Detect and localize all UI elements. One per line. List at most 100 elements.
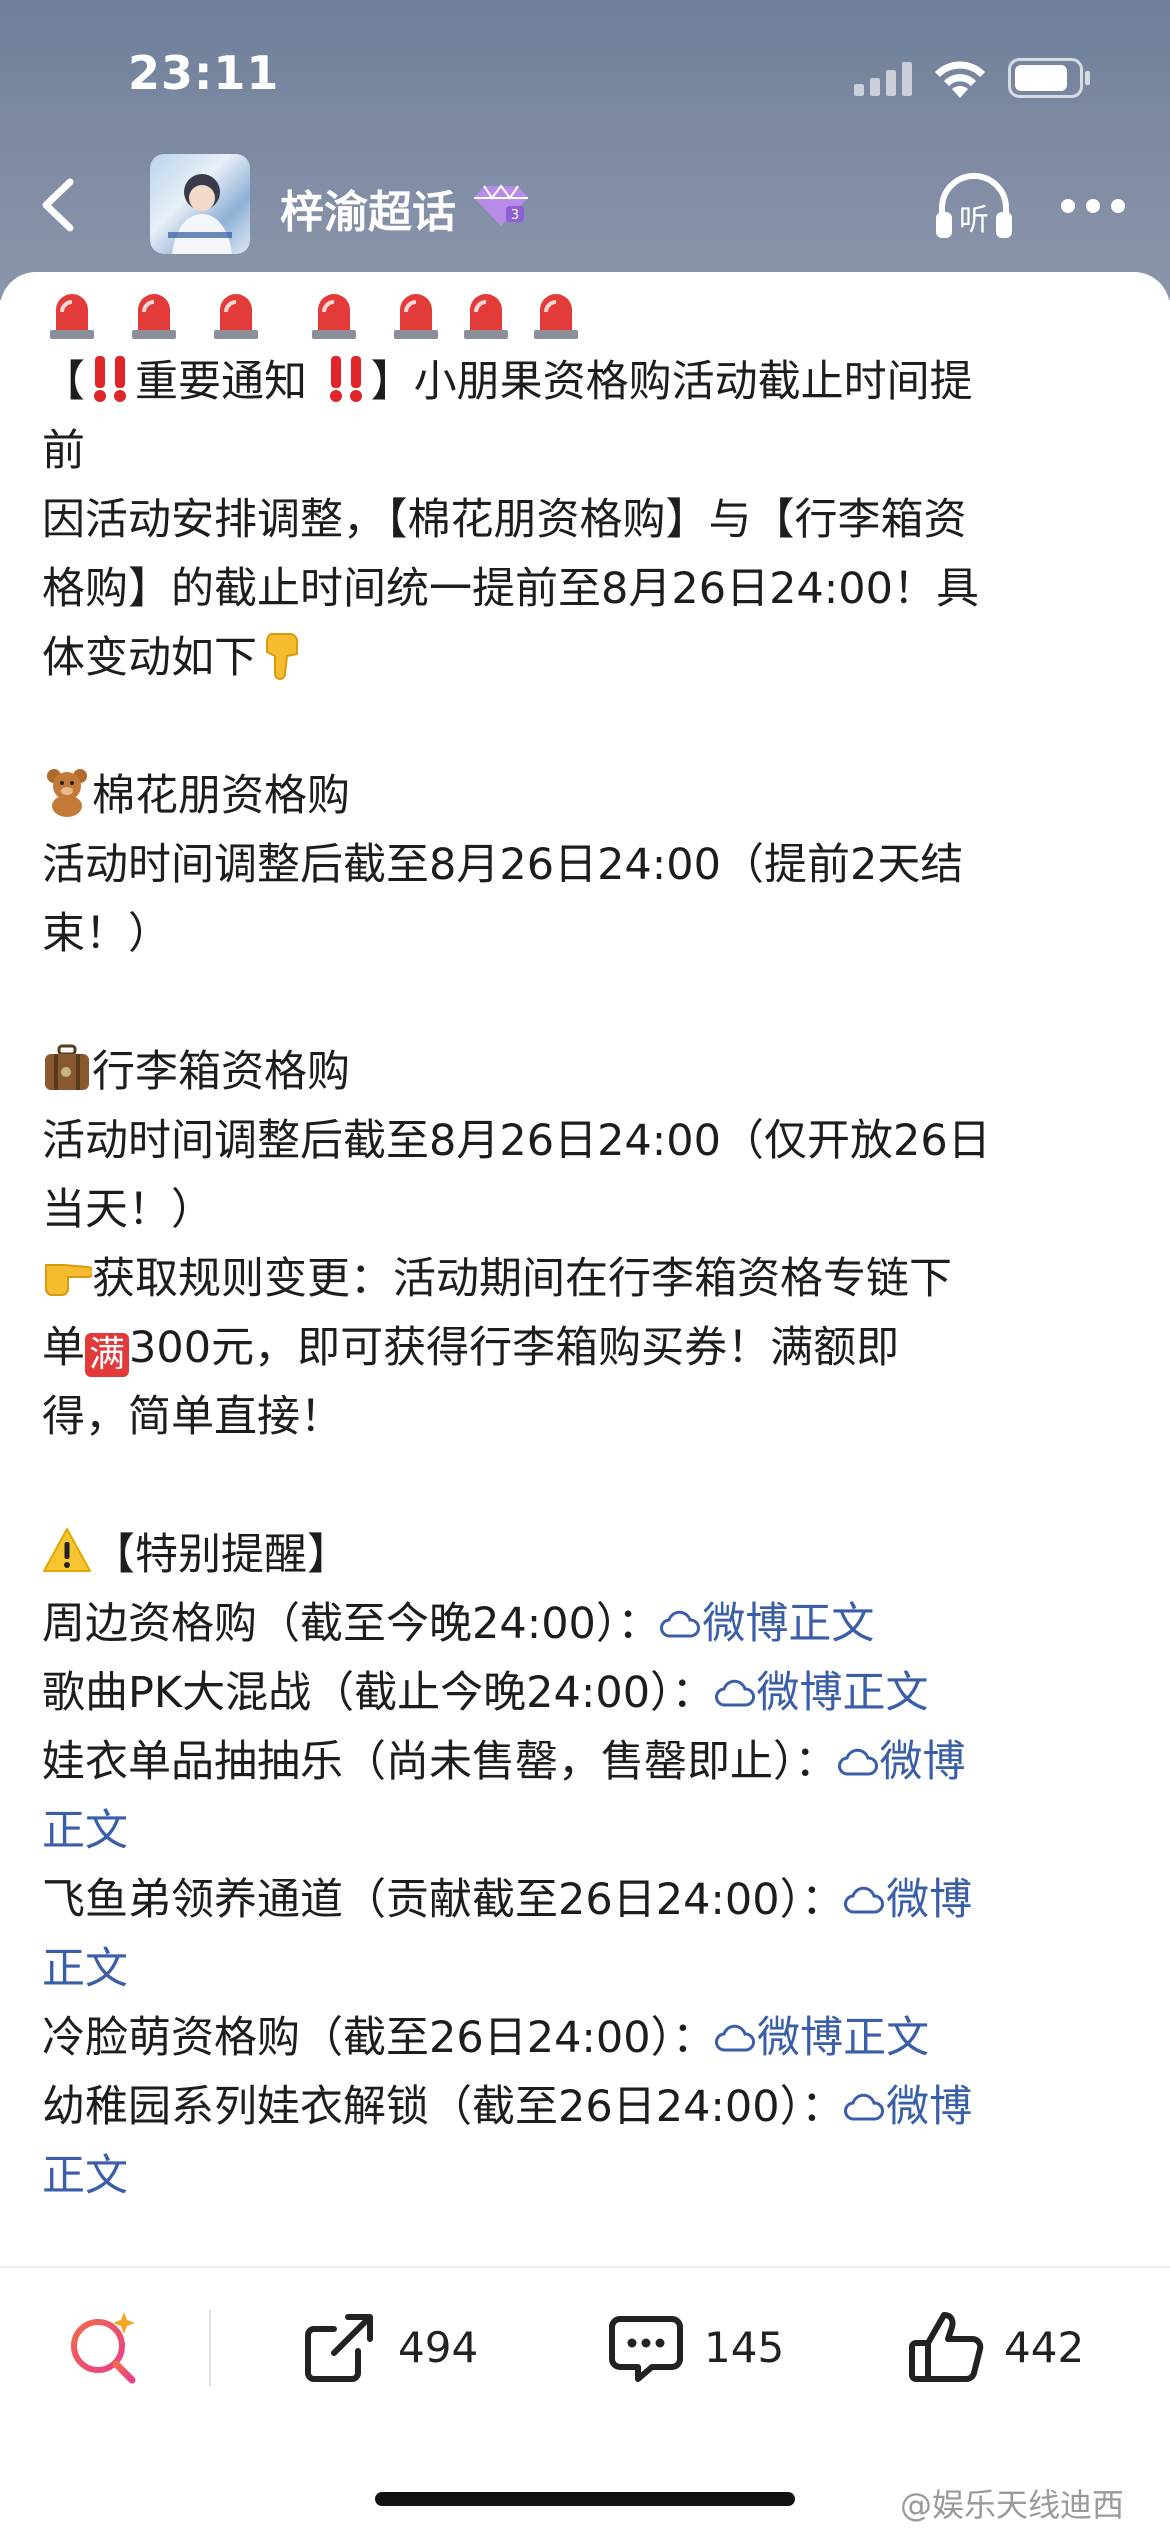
- siren-icon: [50, 294, 94, 339]
- post-text: 周边资格购（截至今晚24:00）：: [42, 1599, 661, 1649]
- weibo-post-link[interactable]: 微博: [837, 1737, 966, 1787]
- post-line: 娃衣单品抽抽乐（尚未售罄，售罄即止）： 微博: [42, 1728, 1122, 1797]
- share-icon: [305, 2314, 373, 2382]
- siren-icon: [534, 294, 578, 339]
- weibo-post-link-continued[interactable]: 正文: [42, 2151, 128, 2201]
- post-line: [42, 969, 1122, 1038]
- post-line: 飞鱼弟领养通道（贡献截至26日24:00）： 微博: [42, 1866, 1122, 1935]
- status-time: 23:11: [128, 46, 280, 100]
- back-button[interactable]: [28, 170, 92, 240]
- post-line: 当天！）: [42, 1176, 1122, 1245]
- battery-icon: [1008, 58, 1090, 98]
- post-line: 周边资格购（截至今晚24:00）： 微博正文: [42, 1590, 1122, 1659]
- comment-count: 145: [704, 2322, 785, 2372]
- share-button[interactable]: 494: [300, 2302, 478, 2392]
- like-button[interactable]: 442: [906, 2302, 1084, 2392]
- avatar-image-icon: [168, 174, 232, 254]
- post-text: 重要通知: [135, 357, 321, 407]
- post-line: 束！）: [42, 900, 1122, 969]
- double-exclamation-icon: [94, 356, 126, 402]
- post-line: [42, 1452, 1122, 1521]
- wifi-icon: [935, 61, 985, 98]
- post-text: 棉花朋资格购: [92, 771, 350, 821]
- weibo-link-icon: [844, 1886, 885, 1914]
- weibo-post-link[interactable]: 微博: [844, 2082, 972, 2132]
- weibo-post-link[interactable]: 微博: [844, 1875, 972, 1925]
- share-count: 494: [398, 2322, 479, 2372]
- svg-text:听: 听: [959, 203, 989, 238]
- siren-icon: [394, 294, 438, 339]
- post-text: 歌曲PK大混战（截止今晚24:00）：: [42, 1668, 715, 1718]
- post-text: 幼稚园系列娃衣解锁（截至26日24:00）：: [42, 2082, 845, 2132]
- post-text: 】小朋果资格购活动截止时间提: [370, 357, 973, 407]
- post-text: 当天！）: [42, 1185, 214, 1235]
- link-text: 微博: [879, 1737, 966, 1787]
- post-line: 正文: [42, 1797, 1122, 1866]
- link-text: 微博正文: [702, 1599, 875, 1649]
- comment-button[interactable]: 145: [606, 2302, 784, 2392]
- post-line: 幼稚园系列娃衣解锁（截至26日24:00）： 微博: [42, 2073, 1122, 2142]
- post-text: 束！）: [42, 909, 171, 959]
- post-text: 活动时间调整后截至8月26日24:00（仅开放26日: [42, 1116, 991, 1166]
- post-line: 冷脸萌资格购（截至26日24:00）： 微博正文: [42, 2004, 1122, 2073]
- siren-icon: [464, 294, 508, 339]
- post-text: 【特别提醒】: [92, 1530, 350, 1580]
- post-text: 获取规则变更：活动期间在行李箱资格专链下: [92, 1254, 952, 1304]
- weibo-post-link-continued[interactable]: 正文: [42, 1944, 128, 1994]
- cellular-signal-icon: [854, 62, 912, 96]
- ai-search-icon[interactable]: [64, 2306, 144, 2386]
- point-right-icon: [45, 1264, 92, 1296]
- watermark: @娱乐天线迪西: [900, 2486, 1125, 2524]
- post-text: 单: [42, 1323, 85, 1373]
- link-text: 微博正文: [756, 1668, 929, 1718]
- post-text: 飞鱼弟领养通道（贡献截至26日24:00）：: [42, 1875, 845, 1925]
- post-text: 300元，即可获得行李箱购买券！满额即: [129, 1323, 900, 1373]
- post-line: 格购】的截止时间统一提前至8月26日24:00！具: [42, 555, 1122, 624]
- point-down-icon: [265, 633, 299, 680]
- link-text: 微博: [886, 1875, 973, 1925]
- post-text: 格购】的截止时间统一提前至8月26日24:00！具: [42, 564, 979, 614]
- thumbs-up-icon: [909, 2312, 984, 2382]
- weibo-post-link[interactable]: 微博正文: [660, 1599, 874, 1649]
- action-bar: 494 145 442: [0, 2268, 1170, 2418]
- weibo-link-icon: [714, 1679, 755, 1707]
- link-text: 微博正文: [757, 2013, 930, 2063]
- more-options-button[interactable]: [1058, 196, 1128, 216]
- suitcase-icon: [45, 1044, 89, 1090]
- warning-icon: [43, 1528, 91, 1572]
- header: 23:11 梓渝超话 3 听: [0, 0, 1170, 300]
- siren-icon: [312, 294, 356, 339]
- weibo-link-icon: [715, 2024, 756, 2052]
- post-line: 活动时间调整后截至8月26日24:00（提前2天结: [42, 831, 1122, 900]
- post-line: [42, 693, 1122, 762]
- svg-text:3: 3: [511, 208, 519, 223]
- post-line: 单满300元，即可获得行李箱购买券！满额即: [42, 1314, 1122, 1383]
- post-text: 体变动如下: [42, 633, 257, 683]
- post-line: 正文: [42, 1935, 1122, 2004]
- post-text: 【: [42, 357, 85, 407]
- weibo-post-link[interactable]: 微博正文: [715, 2013, 929, 2063]
- super-topic-diamond-icon: 3: [474, 184, 528, 226]
- weibo-post-link[interactable]: 微博正文: [714, 1668, 929, 1718]
- weibo-link-icon: [844, 2093, 885, 2121]
- avatar[interactable]: [150, 154, 250, 254]
- post-line: 获取规则变更：活动期间在行李箱资格专链下: [42, 1245, 1122, 1314]
- like-count: 442: [1004, 2322, 1085, 2372]
- post-line: 体变动如下: [42, 624, 1122, 693]
- listen-button[interactable]: 听: [932, 168, 1016, 244]
- home-indicator: [375, 2492, 795, 2506]
- post-text: 活动时间调整后截至8月26日24:00（提前2天结: [42, 840, 964, 890]
- post-line: 活动时间调整后截至8月26日24:00（仅开放26日: [42, 1107, 1122, 1176]
- post-line: 正文: [42, 2142, 1122, 2211]
- weibo-link-icon: [837, 1748, 878, 1776]
- siren-icon: [132, 294, 176, 339]
- link-text: 微博: [886, 2082, 973, 2132]
- man-badge-icon: 满: [85, 1333, 129, 1377]
- post-text: 得，简单直接！: [42, 1392, 343, 1442]
- weibo-post-link-continued[interactable]: 正文: [42, 1806, 128, 1856]
- post-line: 【特别提醒】: [42, 1521, 1122, 1590]
- post-text: 前: [42, 426, 85, 476]
- separator: [209, 2310, 211, 2386]
- post-content: 【重要通知 】小朋果资格购活动截止时间提前因活动安排调整，【棉花朋资格购】与【行…: [42, 348, 1122, 2211]
- page-title: 梓渝超话: [280, 187, 456, 238]
